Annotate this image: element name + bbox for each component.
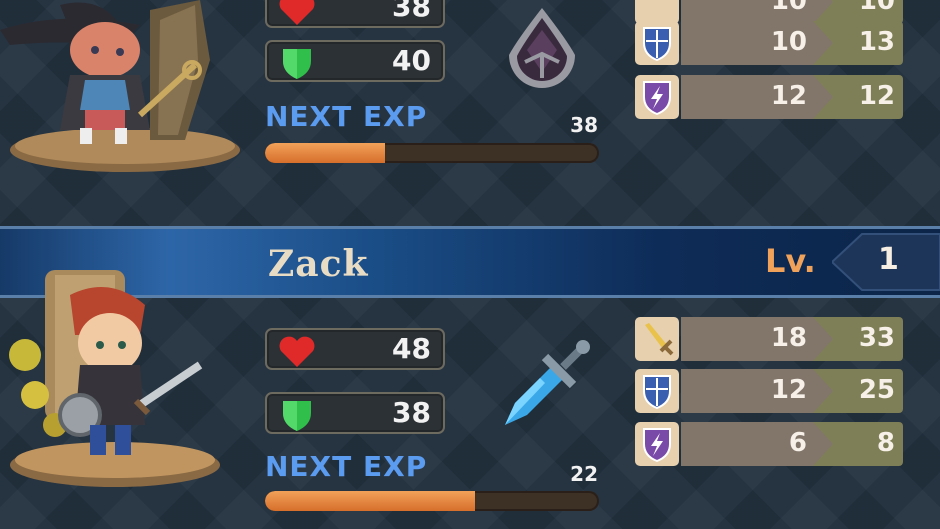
heart-icon: [279, 0, 315, 25]
defense-bonus: 25: [858, 375, 895, 405]
magic-shield-icon: [635, 75, 679, 119]
level-label: Lv.: [765, 242, 816, 280]
stat-row-attack: 18 33: [635, 317, 903, 361]
stat-row-magic: 12 12: [635, 75, 903, 119]
exp-progress-bar: [265, 143, 599, 163]
attack-bonus: 10: [858, 0, 895, 16]
defense-bonus: 13: [858, 27, 895, 57]
defense-stat: 38: [265, 392, 445, 434]
magic-shield-icon: [635, 422, 679, 466]
attack-sword-icon: [635, 317, 679, 361]
defense-value: 38: [392, 396, 431, 429]
defense-shield-icon: [635, 21, 679, 65]
hp-value: 38: [392, 0, 431, 23]
hero-card-mage[interactable]: 38 40 NEXT EXP 38 10 10 10 13 12 12: [0, 0, 940, 222]
hp-stat: 48: [265, 328, 445, 370]
exp-progress-bar: [265, 491, 599, 511]
hero-card-zack[interactable]: 48 38 NEXT EXP 22 18 33 12 25 6 8: [0, 270, 940, 529]
stat-row-defense: 12 25: [635, 369, 903, 413]
defense-shield-icon: [635, 369, 679, 413]
defense-base: 12: [770, 375, 807, 405]
hp-value: 48: [392, 332, 431, 365]
stat-row-magic: 6 8: [635, 422, 903, 466]
defense-stat: 40: [265, 40, 445, 82]
green-shield-icon: [283, 49, 311, 79]
attack-base: 18: [770, 323, 807, 353]
blue-sword-equipment-icon[interactable]: [495, 335, 595, 435]
magic-base: 6: [788, 428, 807, 458]
attack-bonus: 33: [858, 323, 895, 353]
green-shield-icon: [283, 401, 311, 431]
attack-base: 10: [770, 0, 807, 16]
exp-progress-fill: [265, 491, 476, 511]
next-exp-value: 38: [570, 113, 598, 137]
next-exp-value: 22: [570, 462, 598, 486]
heart-icon: [279, 336, 315, 367]
magic-bonus: 12: [858, 81, 895, 111]
defense-value: 40: [392, 44, 431, 77]
amulet-equipment-icon[interactable]: [495, 0, 590, 95]
stat-row-defense: 10 13: [635, 21, 903, 65]
next-exp-label: NEXT EXP: [265, 100, 428, 133]
zack-knight-portrait: [9, 270, 220, 487]
magic-base: 12: [770, 81, 807, 111]
mage-mouse-portrait: [0, 0, 240, 172]
defense-base: 10: [770, 27, 807, 57]
next-exp-label: NEXT EXP: [265, 450, 428, 483]
hero-name: Zack: [268, 243, 369, 285]
hp-stat: 38: [265, 0, 445, 28]
level-value: 1: [878, 242, 899, 277]
exp-progress-fill: [265, 143, 386, 163]
magic-bonus: 8: [876, 428, 895, 458]
